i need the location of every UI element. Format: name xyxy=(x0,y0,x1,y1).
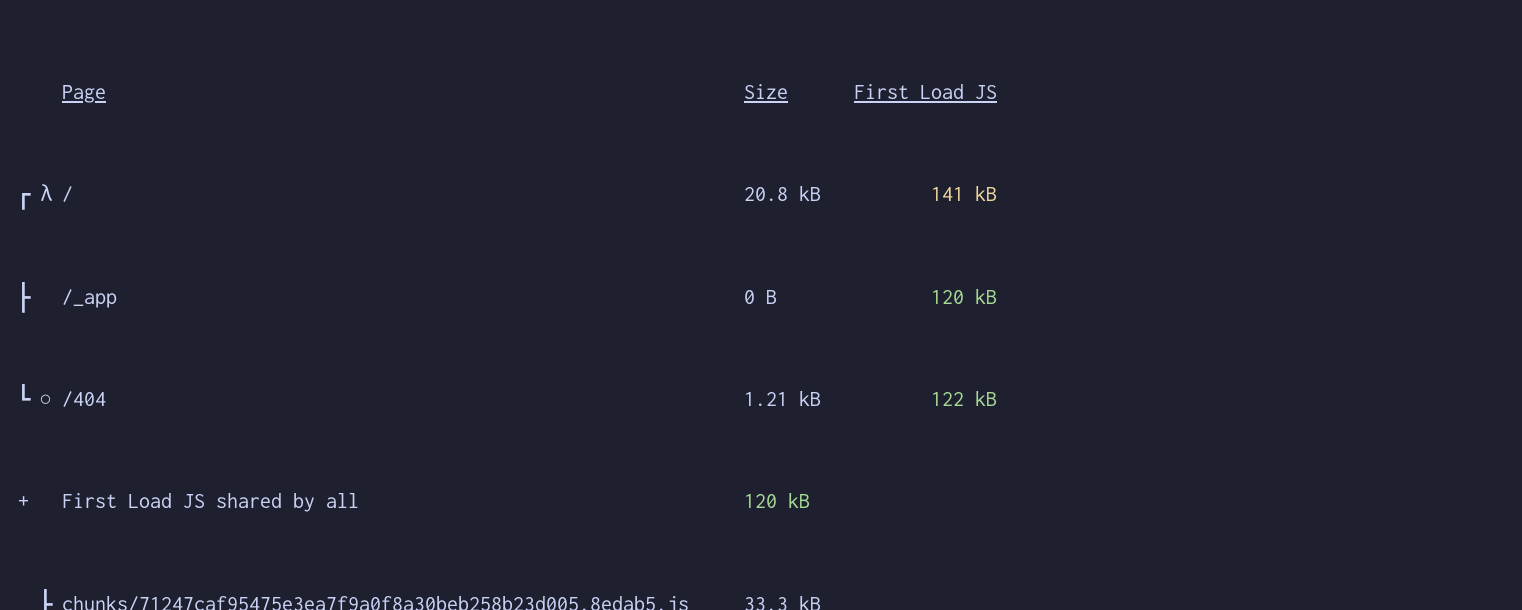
table-row: ┌ λ /20.8 kB141 kB xyxy=(18,178,1504,212)
table-row: └ ○ /4041.21 kB122 kB xyxy=(18,383,1504,417)
header-size: Size xyxy=(744,76,843,110)
page-path: / xyxy=(62,178,744,212)
page-size: 0 B xyxy=(744,281,843,315)
chunk-row: ├ chunks/71247caf95475e3ea7f9a0f8a30beb2… xyxy=(18,588,1504,610)
page-size: 20.8 kB xyxy=(744,178,843,212)
shared-row: + First Load JS shared by all120 kB xyxy=(18,485,1504,519)
shared-size: 120 kB xyxy=(744,485,843,519)
table-row: ├ /_app0 B120 kB xyxy=(18,281,1504,315)
page-firstload: 120 kB xyxy=(843,281,997,315)
page-firstload: 122 kB xyxy=(843,383,997,417)
page-path: /_app xyxy=(62,281,744,315)
header-first-load: First Load JS xyxy=(843,76,997,110)
shared-label: First Load JS shared by all xyxy=(62,485,744,519)
header-page: Page xyxy=(62,76,744,110)
page-size: 1.21 kB xyxy=(744,383,843,417)
chunk-path: chunks/71247caf95475e3ea7f9a0f8a30beb258… xyxy=(62,588,744,610)
page-firstload: 141 kB xyxy=(843,178,997,212)
page-path: /404 xyxy=(62,383,744,417)
table-header: PageSizeFirst Load JS xyxy=(18,76,1504,110)
terminal-output: PageSizeFirst Load JS ┌ λ /20.8 kB141 kB… xyxy=(0,0,1522,610)
chunk-size: 33.3 kB xyxy=(744,588,843,610)
